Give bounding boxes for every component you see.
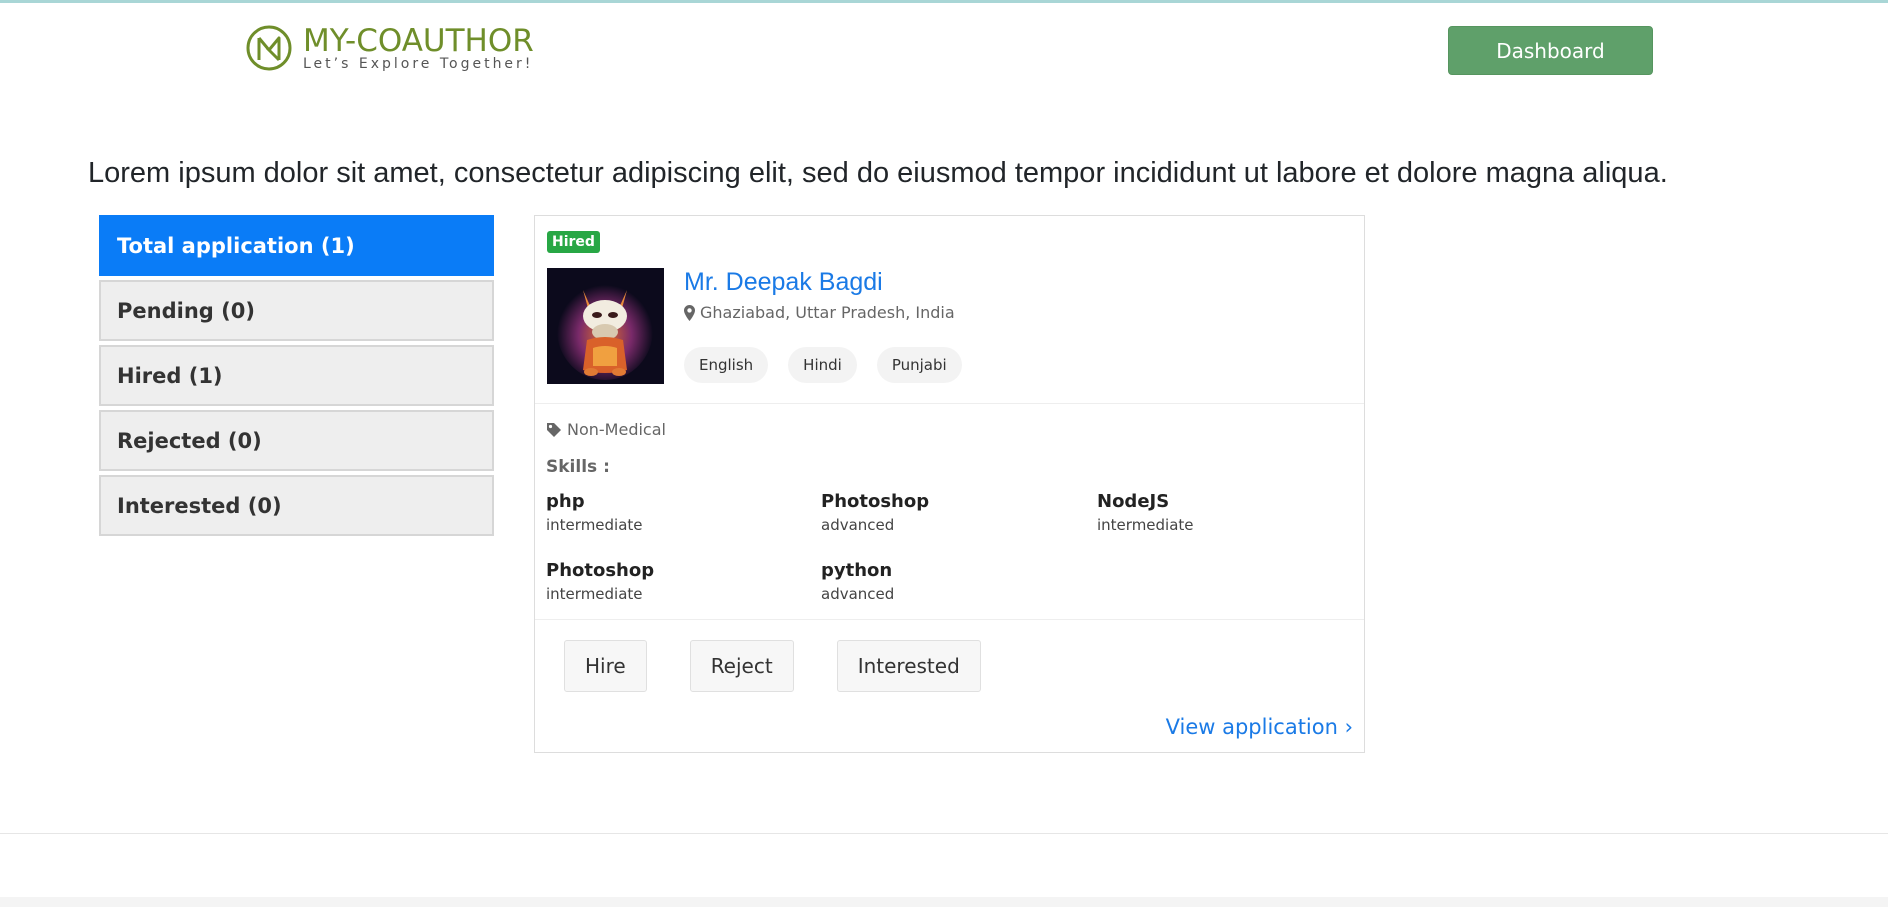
view-application-link[interactable]: View application › bbox=[1166, 715, 1353, 739]
footer-divider bbox=[0, 833, 1888, 834]
language-tag: Hindi bbox=[788, 347, 857, 383]
application-card: Hired Mr. Deepak Bagdi Ghaziabad, Uttar … bbox=[534, 215, 1365, 753]
language-tag: Punjabi bbox=[876, 347, 962, 383]
dashboard-button[interactable]: Dashboard bbox=[1448, 26, 1653, 75]
location-text: Ghaziabad, Uttar Pradesh, India bbox=[700, 303, 955, 322]
filter-total-applications[interactable]: Total application (1) bbox=[99, 215, 494, 276]
category-text: Non-Medical bbox=[567, 420, 666, 439]
coauthor-logo-icon bbox=[246, 25, 292, 71]
skill-name: NodeJS bbox=[1097, 491, 1170, 512]
skill-level: intermediate bbox=[546, 516, 643, 534]
skill-item: Photoshop advanced bbox=[821, 491, 1091, 534]
filter-hired[interactable]: Hired (1) bbox=[99, 345, 494, 406]
language-tag: English bbox=[684, 347, 769, 383]
skill-level: intermediate bbox=[1097, 516, 1194, 534]
language-list: English Hindi Punjabi bbox=[684, 347, 962, 383]
status-badge: Hired bbox=[547, 231, 600, 253]
skill-level: intermediate bbox=[546, 585, 643, 603]
skill-name: Photoshop bbox=[546, 560, 655, 581]
application-actions: Hire Reject Interested bbox=[564, 640, 981, 692]
applicant-name[interactable]: Mr. Deepak Bagdi bbox=[684, 268, 883, 297]
skill-level: advanced bbox=[821, 585, 895, 603]
intro-text: Lorem ipsum dolor sit amet, consectetur … bbox=[88, 157, 1668, 189]
reject-button[interactable]: Reject bbox=[689, 640, 794, 692]
skill-item: Photoshop intermediate bbox=[546, 560, 816, 603]
skill-level: advanced bbox=[821, 516, 895, 534]
applicant-avatar bbox=[547, 268, 664, 384]
filter-pending[interactable]: Pending (0) bbox=[99, 280, 494, 341]
skill-name: Photoshop bbox=[821, 491, 930, 512]
skill-name: php bbox=[546, 491, 585, 512]
skill-name: python bbox=[821, 560, 893, 581]
tag-icon bbox=[547, 422, 561, 437]
applicant-category: Non-Medical bbox=[546, 420, 666, 439]
applicant-location: Ghaziabad, Uttar Pradesh, India bbox=[684, 303, 955, 322]
map-marker-icon bbox=[684, 304, 695, 321]
brand-tagline: Let’s Explore Together! bbox=[303, 56, 534, 72]
top-accent-line bbox=[0, 0, 1888, 3]
footer-strip bbox=[0, 897, 1888, 907]
skills-heading: Skills : bbox=[546, 457, 610, 477]
skill-item: python advanced bbox=[821, 560, 1091, 603]
hire-button[interactable]: Hire bbox=[564, 640, 647, 692]
filter-interested[interactable]: Interested (0) bbox=[99, 475, 494, 536]
application-filter-sidebar: Total application (1) Pending (0) Hired … bbox=[99, 215, 494, 540]
card-divider bbox=[535, 619, 1364, 620]
skill-item: php intermediate bbox=[546, 491, 816, 534]
brand-name: MY-COAUTHOR bbox=[303, 23, 534, 59]
skill-item: NodeJS intermediate bbox=[1097, 491, 1367, 534]
site-logo[interactable]: MY-COAUTHOR Let’s Explore Together! bbox=[245, 24, 534, 72]
filter-rejected[interactable]: Rejected (0) bbox=[99, 410, 494, 471]
interested-button[interactable]: Interested bbox=[836, 640, 981, 692]
card-divider bbox=[535, 403, 1364, 404]
